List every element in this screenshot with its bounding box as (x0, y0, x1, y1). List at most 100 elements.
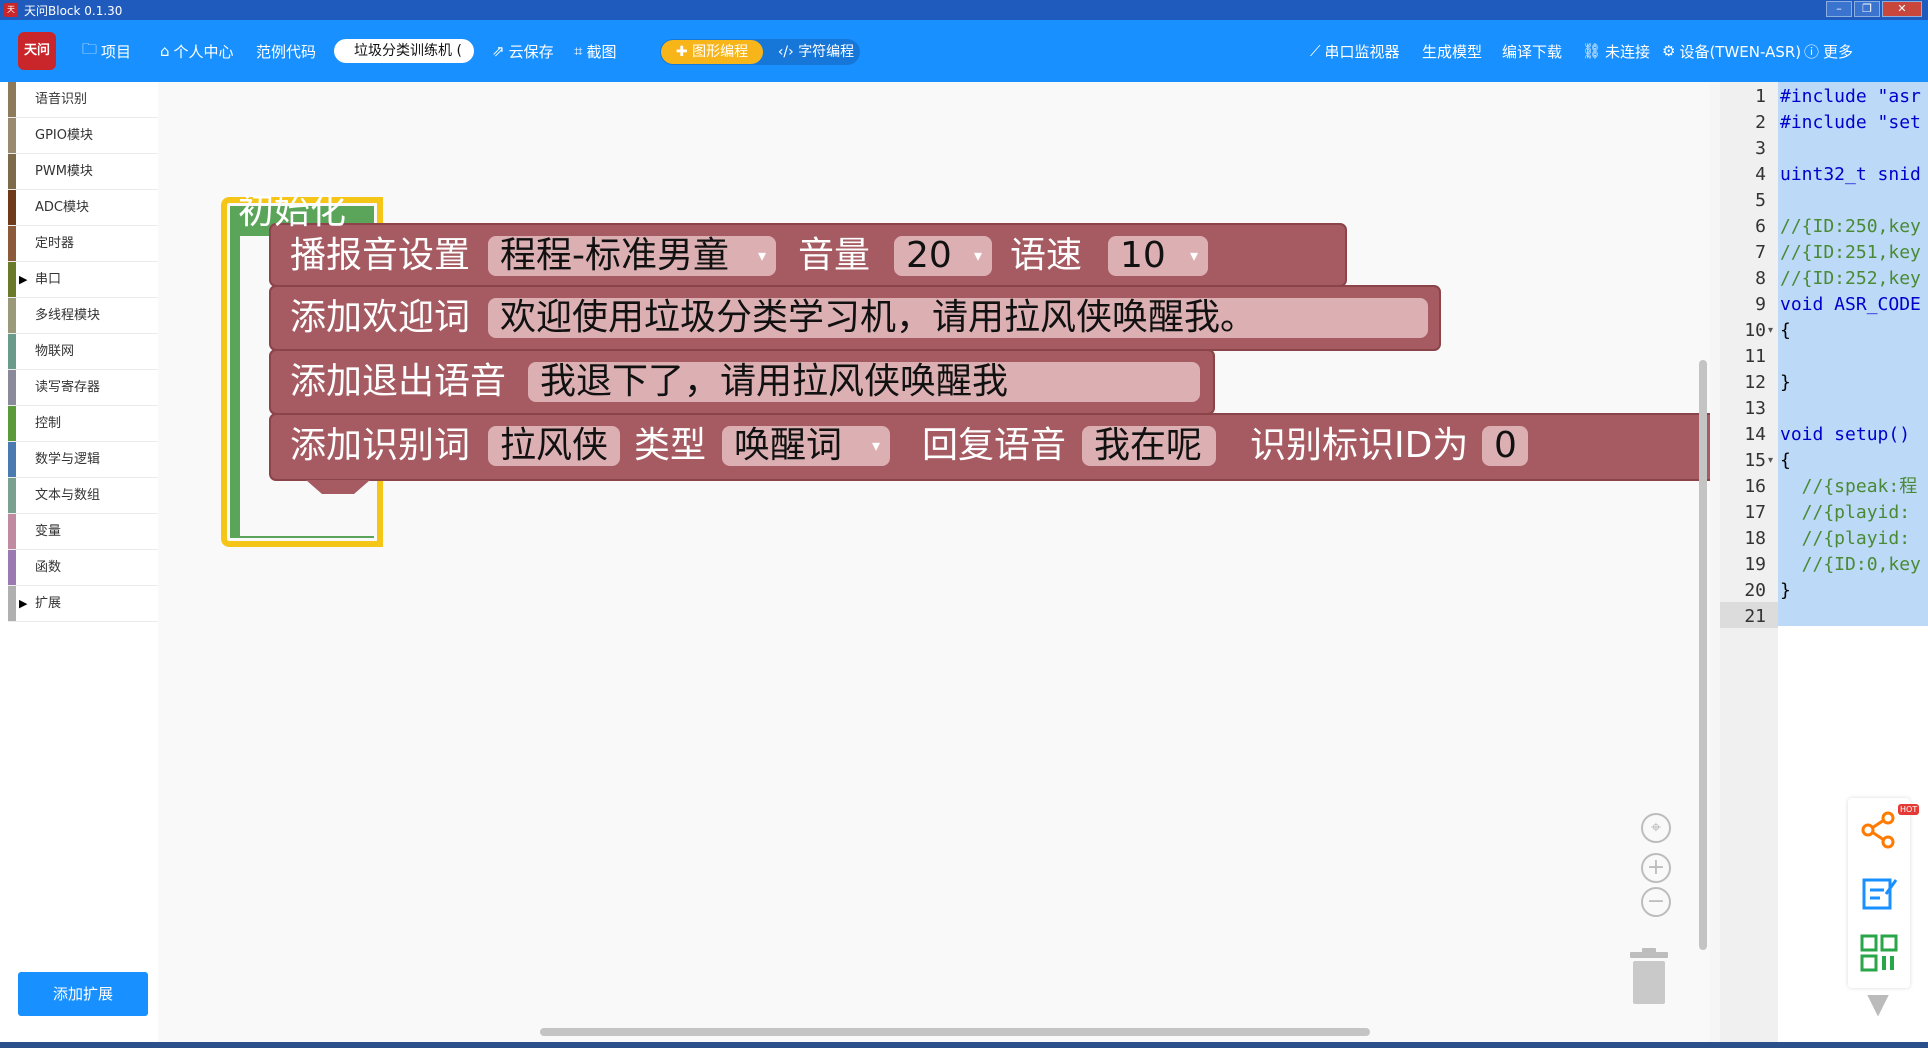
sidebar-category[interactable]: PWM模块 (8, 154, 158, 190)
compile-download-button[interactable]: 编译下载 (1502, 41, 1562, 61)
sidebar-category[interactable]: 物联网 (8, 334, 158, 370)
sidebar-category[interactable]: 文本与数组 (8, 478, 158, 514)
center-icon[interactable]: ⌖ (1641, 813, 1671, 843)
share-icon[interactable]: HOT (1858, 804, 1920, 850)
device-button[interactable]: ⚙ 设备(TWEN-ASR) (1662, 41, 1801, 61)
category-color-bar (8, 154, 16, 189)
sidebar-category[interactable]: 定时器 (8, 226, 158, 262)
volume-dropdown[interactable]: 20 ▾ (894, 236, 992, 276)
serial-monitor-button[interactable]: ⟋ 串口监视器 (1310, 41, 1400, 61)
code-line[interactable]: //{ID:250,key (1780, 214, 1921, 240)
device-label: 设备(TWEN-ASR) (1679, 42, 1802, 61)
sidebar-category[interactable]: 语音识别 (8, 82, 158, 118)
code-line[interactable]: { (1780, 318, 1791, 344)
sidebar-category[interactable]: ▶ 扩展 (8, 586, 158, 622)
sidebar-category[interactable]: 变量 (8, 514, 158, 550)
code-line[interactable]: void ASR_CODE (1780, 292, 1921, 318)
example-code-link[interactable]: 范例代码 (256, 41, 316, 61)
code-line[interactable]: } (1780, 578, 1791, 604)
edit-icon-graphic (1862, 878, 1898, 910)
fold-toggle-icon[interactable]: ▾ (1768, 448, 1773, 474)
add-extension-button[interactable]: 添加扩展 (18, 972, 148, 1016)
project-name-field[interactable]: 垃圾分类训练机 ( (334, 39, 474, 63)
sidebar-category[interactable]: 读写寄存器 (8, 370, 158, 406)
reply-voice-field[interactable]: 我在呢 (1082, 426, 1216, 466)
hot-badge: HOT (1898, 804, 1920, 815)
volume-label: 音量 (798, 235, 871, 276)
id-field[interactable]: 0 (1482, 426, 1528, 466)
window-title: 天问Block 0.1.30 (24, 3, 123, 18)
chevron-down-icon[interactable]: ▼ (1858, 990, 1898, 1018)
sidebar-category[interactable]: ▶ 串口 (8, 262, 158, 298)
sidebar-category[interactable]: 函数 (8, 550, 158, 586)
category-label: PWM模块 (35, 164, 93, 179)
word-type-dropdown[interactable]: 唤醒词 ▾ (722, 426, 890, 466)
chevron-down-icon: ▾ (871, 436, 880, 455)
code-line[interactable]: #include "asr (1780, 84, 1921, 110)
zoom-out-button[interactable]: − (1641, 887, 1671, 917)
category-color-bar (8, 190, 16, 225)
code-line[interactable]: //{ID:0,key (1780, 552, 1921, 578)
personal-center-link[interactable]: ⌂ 个人中心 (160, 41, 234, 61)
fold-toggle-icon[interactable]: ▾ (1768, 318, 1773, 344)
qrcode-icon[interactable] (1858, 932, 1900, 974)
sidebar-category[interactable]: 数学与逻辑 (8, 442, 158, 478)
recognition-word-field[interactable]: 拉风侠 (488, 426, 620, 466)
code-line[interactable]: void setup() (1780, 422, 1910, 448)
voice-value: 程程-标准男童 (500, 235, 729, 276)
gear-icon: ⚙ (1662, 42, 1676, 60)
workspace-vertical-scrollbar[interactable] (1699, 360, 1707, 950)
zoom-in-button[interactable]: + (1641, 853, 1671, 883)
cloud-save-button[interactable]: ⇗ 云保存 (492, 41, 554, 61)
sidebar-category[interactable]: GPIO模块 (8, 118, 158, 154)
screenshot-button[interactable]: ⌗ 截图 (574, 41, 616, 61)
generate-model-label: 生成模型 (1422, 42, 1483, 61)
close-button[interactable]: ✕ (1882, 1, 1922, 17)
main-toolbar: 天问 🗀 项目 ⌂ 个人中心 范例代码 垃圾分类训练机 ( ⇗ 云保存 ⌗ 截图… (0, 20, 1928, 82)
connection-button[interactable]: ⛓ 未连接 (1582, 41, 1650, 61)
code-line[interactable]: //{ID:252,key (1780, 266, 1921, 292)
trash-icon[interactable] (1630, 948, 1668, 1004)
category-label: 文本与数组 (35, 488, 101, 503)
graphic-mode-label: 图形编程 (692, 44, 749, 60)
code-line[interactable]: #include "set (1780, 110, 1921, 136)
code-line[interactable]: //{playid: (1780, 526, 1910, 552)
line-number: 9 (1755, 294, 1766, 315)
code-text: //{ID:251,key (1780, 242, 1921, 263)
graphic-mode-tab[interactable]: ✚ 图形编程 (661, 40, 763, 64)
workspace-horizontal-scrollbar[interactable] (540, 1028, 1370, 1036)
code-line[interactable]: //{playid: (1780, 500, 1910, 526)
expand-arrow-icon[interactable]: ▶ (19, 586, 27, 622)
sidebar-category[interactable]: 多线程模块 (8, 298, 158, 334)
exit-voice-text-field[interactable]: 我退下了，请用拉风侠唤醒我 (528, 362, 1200, 402)
line-number: 17 (1744, 502, 1766, 523)
code-text: //{speak:程 (1780, 476, 1918, 497)
welcome-text-field[interactable]: 欢迎使用垃圾分类学习机，请用拉风侠唤醒我。 (488, 298, 1428, 338)
expand-arrow-icon[interactable]: ▶ (19, 262, 27, 298)
project-menu[interactable]: 🗀 项目 (82, 40, 132, 61)
line-number: 14 (1744, 424, 1766, 445)
minimize-button[interactable]: – (1826, 1, 1852, 17)
speed-dropdown[interactable]: 10 ▾ (1108, 236, 1208, 276)
code-text: { (1780, 450, 1791, 471)
code-line[interactable]: uint32_t snid (1780, 162, 1921, 188)
edit-icon[interactable] (1858, 872, 1900, 914)
category-color-bar (8, 82, 16, 117)
line-number: 11 (1744, 346, 1766, 367)
project-label: 项目 (101, 42, 132, 61)
blockly-workspace[interactable]: 初始化 播报音设置 程程-标准男童 ▾ 音量 20 ▾ 语速 10 ▾ 添加欢迎… (158, 82, 1710, 1042)
more-button[interactable]: ⓘ 更多 (1804, 41, 1853, 61)
code-line[interactable]: { (1780, 448, 1791, 474)
line-number: 2 (1755, 112, 1766, 133)
maximize-button[interactable]: ❐ (1854, 1, 1880, 17)
text-mode-tab[interactable]: ‹/› 字符编程 (770, 40, 862, 64)
category-label: 数学与逻辑 (35, 452, 101, 467)
sidebar-category[interactable]: 控制 (8, 406, 158, 442)
voice-dropdown[interactable]: 程程-标准男童 ▾ (488, 236, 776, 276)
line-number: 12 (1744, 372, 1766, 393)
code-line[interactable]: //{ID:251,key (1780, 240, 1921, 266)
sidebar-category[interactable]: ADC模块 (8, 190, 158, 226)
generate-model-button[interactable]: 生成模型 (1422, 41, 1482, 61)
code-line[interactable]: //{speak:程 (1780, 474, 1918, 500)
code-line[interactable]: } (1780, 370, 1791, 396)
